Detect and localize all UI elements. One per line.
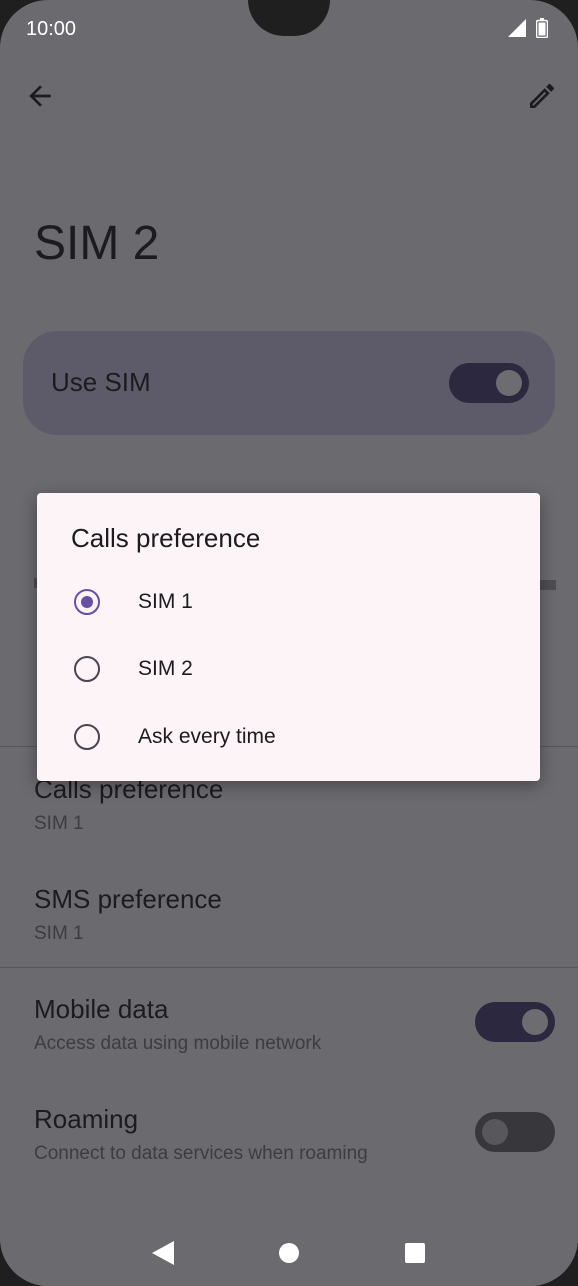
radio-dot [81, 596, 93, 608]
roaming-title: Roaming [34, 1104, 139, 1134]
status-time: 10:00 [26, 18, 77, 40]
square-recents-icon[interactable] [404, 1242, 426, 1264]
signal-icon [508, 19, 526, 37]
calls-preference-dialog: Calls preference SIM 1 SIM 2 Ask every t… [37, 493, 540, 781]
sms-preference-value: SIM 1 [34, 923, 84, 944]
dialog-title: Calls preference [71, 523, 261, 553]
use-sim-label: Use SIM [51, 367, 151, 397]
radio-button[interactable] [74, 656, 100, 682]
dialog-option-sim-1[interactable]: SIM 1 [37, 569, 540, 635]
option-label: SIM 1 [138, 590, 193, 613]
use-sim-card[interactable]: Use SIM [23, 331, 555, 435]
obscured-bar-right [540, 580, 556, 590]
dialog-option-ask-every-time[interactable]: Ask every time [37, 704, 540, 770]
system-navigation-bar [0, 1220, 578, 1286]
pencil-icon[interactable] [526, 80, 558, 112]
roaming-toggle[interactable] [475, 1112, 555, 1152]
page-title: SIM 2 [34, 217, 160, 270]
triangle-back-icon[interactable] [152, 1241, 174, 1265]
calls-preference-value: SIM 1 [34, 813, 84, 834]
mobile-data-title: Mobile data [34, 994, 169, 1024]
sms-preference-title: SMS preference [34, 884, 222, 914]
circle-home-icon[interactable] [278, 1242, 300, 1264]
phone-screen: 10:00 SIM 2 Use SIM Calls preference SIM… [0, 0, 578, 1286]
roaming-subtitle: Connect to data services when roaming [34, 1143, 368, 1164]
radio-button-selected[interactable] [74, 589, 100, 615]
mobile-data-row[interactable]: Mobile data Access data using mobile net… [34, 994, 321, 1055]
camera-notch [248, 0, 330, 36]
sms-preference-row[interactable]: SMS preference SIM 1 [34, 884, 222, 945]
section-divider [0, 967, 578, 968]
toggle-thumb [496, 370, 522, 396]
toggle-thumb [522, 1009, 548, 1035]
mobile-data-subtitle: Access data using mobile network [34, 1033, 322, 1054]
battery-icon [536, 18, 548, 38]
toggle-thumb [482, 1119, 508, 1145]
calls-preference-row[interactable]: Calls preference SIM 1 [34, 774, 223, 835]
radio-button[interactable] [74, 724, 100, 750]
status-icons [508, 18, 548, 38]
option-label: Ask every time [138, 725, 276, 748]
option-label: SIM 2 [138, 657, 193, 680]
mobile-data-toggle[interactable] [475, 1002, 555, 1042]
roaming-row[interactable]: Roaming Connect to data services when ro… [34, 1104, 368, 1165]
use-sim-toggle[interactable] [449, 363, 529, 403]
arrow-back-icon[interactable] [24, 80, 56, 112]
dialog-option-sim-2[interactable]: SIM 2 [37, 636, 540, 702]
